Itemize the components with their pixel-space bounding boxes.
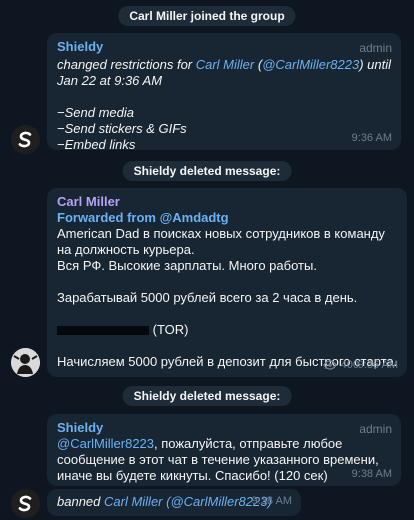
shieldy-avatar[interactable]	[11, 125, 40, 154]
shield-logo-icon	[11, 489, 40, 518]
message-time: 9:38 AM	[251, 495, 292, 507]
sender-name[interactable]: Shieldy	[57, 420, 392, 436]
message-text: changed restrictions for Carl Miller (@C…	[57, 57, 392, 152]
sender-name[interactable]: Shieldy	[57, 39, 392, 55]
forwarded-from-link[interactable]: Forwarded from @Amdadtg	[57, 210, 398, 226]
restriction-item: −Send stickers & GIFs	[57, 121, 187, 136]
message-bubble[interactable]: Shieldy admin changed restrictions for C…	[47, 33, 401, 152]
role-badge: admin	[359, 422, 392, 436]
message-time: 9:36 AM	[357, 359, 398, 371]
message-bubble[interactable]: Shieldy admin @CarlMiller8223, пожалуйст…	[47, 414, 401, 486]
restriction-item: −Send media	[57, 105, 134, 120]
message-text: American Dad в поисках новых сотрудников…	[57, 226, 398, 369]
service-message-joined: Carl Miller joined the group	[118, 6, 296, 26]
service-message-deleted: Shieldy deleted message:	[122, 386, 292, 406]
carl-miller-avatar[interactable]	[11, 348, 40, 377]
eye-icon	[322, 360, 337, 370]
message-time: 9:36 AM	[351, 132, 392, 144]
shield-logo-icon	[11, 125, 40, 154]
message-text: @CarlMiller8223, пожалуйста, отправьте л…	[57, 436, 379, 483]
views-counter: 400	[322, 357, 359, 373]
redacted-text	[57, 326, 149, 336]
restriction-item: −Embed links	[57, 137, 136, 152]
role-badge: admin	[359, 41, 392, 55]
message-time: 9:38 AM	[351, 468, 392, 480]
message-bubble[interactable]: Carl Miller Forwarded from @Amdadtg Amer…	[47, 188, 407, 377]
user-photo-icon	[11, 348, 40, 377]
message-bubble[interactable]: banned Carl Miller (@CarlMiller8223) 9:3…	[47, 489, 301, 516]
handle-link[interactable]: @CarlMiller8223	[262, 57, 359, 72]
sender-name[interactable]: Carl Miller	[57, 194, 398, 210]
handle-link[interactable]: @CarlMiller8223	[57, 436, 154, 451]
service-message-deleted: Shieldy deleted message:	[122, 161, 292, 181]
user-link[interactable]: Carl Miller	[196, 57, 255, 72]
user-link[interactable]: Carl Miller	[104, 494, 163, 509]
shieldy-avatar[interactable]	[11, 489, 40, 518]
